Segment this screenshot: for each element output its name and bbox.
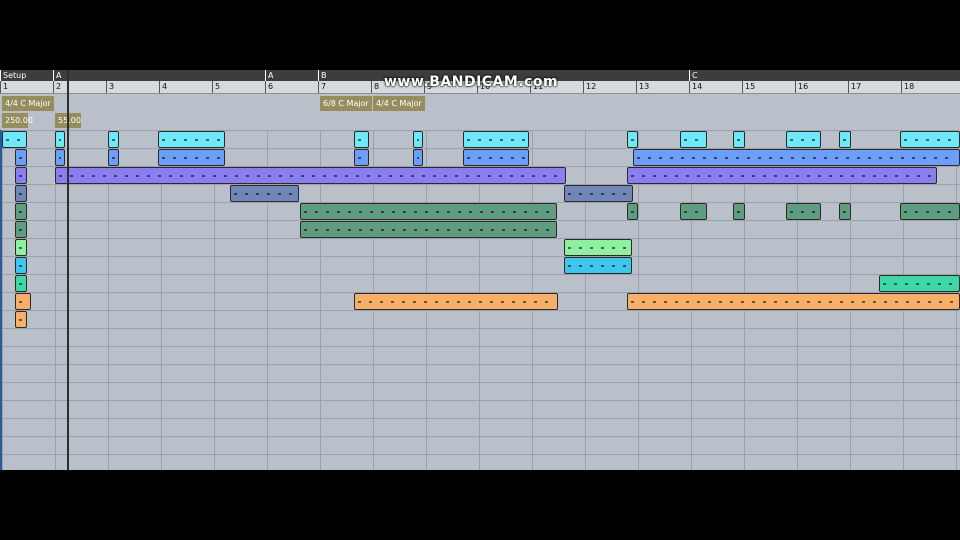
- bar-number: 13: [636, 81, 649, 93]
- pattern-clip[interactable]: [632, 149, 960, 166]
- bar-number: 2: [53, 81, 61, 93]
- pattern-clip[interactable]: [412, 149, 424, 166]
- pattern-clip[interactable]: [786, 203, 821, 220]
- pattern-clip[interactable]: [15, 185, 28, 202]
- bar-gridline: [585, 130, 586, 470]
- pattern-clip[interactable]: [627, 131, 638, 148]
- bar-number: 6: [265, 81, 273, 93]
- pattern-clip[interactable]: [15, 257, 28, 274]
- pattern-clip[interactable]: [299, 203, 557, 220]
- track-gridline: [0, 274, 960, 275]
- conductor-track: 4/4 C Major 6/8 C Major 4/4 C Major 250.00…: [0, 94, 960, 130]
- pattern-clip[interactable]: [563, 239, 632, 256]
- pattern-clip[interactable]: [627, 167, 938, 184]
- pattern-clip[interactable]: [108, 131, 119, 148]
- pattern-clip[interactable]: [839, 203, 852, 220]
- pattern-clip[interactable]: [15, 203, 28, 220]
- pattern-clip[interactable]: [15, 167, 28, 184]
- recorder-watermark: www.BANDICAM.com: [384, 74, 559, 90]
- arrangement-grid[interactable]: [0, 130, 960, 470]
- pattern-clip[interactable]: [15, 221, 28, 238]
- pattern-clip[interactable]: [15, 311, 28, 328]
- pattern-clip[interactable]: [158, 131, 225, 148]
- pattern-clip[interactable]: [563, 257, 632, 274]
- pattern-clip[interactable]: [108, 149, 119, 166]
- playhead-cursor[interactable]: [66, 70, 69, 470]
- track-gridline: [0, 238, 960, 239]
- pattern-clip[interactable]: [55, 167, 567, 184]
- pattern-clip[interactable]: [839, 131, 852, 148]
- track-gridline: [0, 382, 960, 383]
- pattern-clip[interactable]: [299, 221, 557, 238]
- track-gridline: [0, 454, 960, 455]
- track-gridline: [0, 310, 960, 311]
- time-signature-marker[interactable]: 4/4 C Major: [2, 96, 54, 111]
- track-gridline: [0, 436, 960, 437]
- pattern-clip[interactable]: [15, 293, 32, 310]
- section-marker-a[interactable]: A: [53, 70, 61, 81]
- pattern-clip[interactable]: [55, 149, 65, 166]
- pattern-clip[interactable]: [15, 275, 28, 292]
- track-gridline: [0, 400, 960, 401]
- bar-number: 1: [0, 81, 8, 93]
- track-gridline: [0, 328, 960, 329]
- pattern-clip[interactable]: [354, 131, 369, 148]
- pattern-clip[interactable]: [900, 203, 960, 220]
- pattern-clip[interactable]: [627, 293, 960, 310]
- bar-gridline: [2, 130, 3, 470]
- time-signature-marker[interactable]: 6/8 C Major: [320, 96, 372, 111]
- pattern-clip[interactable]: [680, 203, 707, 220]
- bar-number: 14: [689, 81, 702, 93]
- pattern-clip[interactable]: [158, 149, 225, 166]
- bar-number: 12: [583, 81, 596, 93]
- pattern-clip[interactable]: [733, 131, 746, 148]
- section-marker-b[interactable]: B: [318, 70, 327, 81]
- pattern-clip[interactable]: [900, 131, 960, 148]
- pattern-clip[interactable]: [354, 149, 369, 166]
- track-gridline: [0, 256, 960, 257]
- pattern-clip[interactable]: [733, 203, 746, 220]
- track-header-edge: [0, 130, 2, 470]
- pattern-clip[interactable]: [2, 131, 28, 148]
- pattern-clip[interactable]: [879, 275, 960, 292]
- pattern-clip[interactable]: [463, 131, 530, 148]
- pattern-clip[interactable]: [786, 131, 821, 148]
- bar-number: 5: [212, 81, 220, 93]
- pattern-clip[interactable]: [412, 131, 424, 148]
- pattern-clip[interactable]: [463, 149, 530, 166]
- pattern-clip[interactable]: [15, 239, 28, 256]
- track-gridline: [0, 184, 960, 185]
- section-marker-c[interactable]: C: [689, 70, 698, 81]
- bar-number: 8: [371, 81, 379, 93]
- bar-number: 3: [106, 81, 114, 93]
- bar-number: 17: [848, 81, 861, 93]
- track-gridline: [0, 364, 960, 365]
- pattern-clip[interactable]: [229, 185, 299, 202]
- pattern-clip[interactable]: [15, 149, 28, 166]
- pattern-clip[interactable]: [354, 293, 559, 310]
- time-signature-marker[interactable]: 4/4 C Major: [373, 96, 425, 111]
- section-marker-setup[interactable]: Setup: [0, 70, 26, 81]
- pattern-clip[interactable]: [55, 131, 65, 148]
- song-editor-window: Setup A A B C 1 2 3 4 5 6 7 8 9 10 11 12 13 14 15 16 17 18 4/…: [0, 70, 960, 470]
- bar-number: 18: [901, 81, 914, 93]
- pattern-clip[interactable]: [627, 203, 638, 220]
- bar-number: 7: [318, 81, 326, 93]
- track-gridline: [0, 346, 960, 347]
- pattern-clip[interactable]: [563, 185, 633, 202]
- track-gridline: [0, 418, 960, 419]
- bar-number: 4: [159, 81, 167, 93]
- bar-number: 15: [742, 81, 755, 93]
- bar-number: 16: [795, 81, 808, 93]
- section-marker-a[interactable]: A: [265, 70, 273, 81]
- pattern-clip[interactable]: [680, 131, 707, 148]
- tempo-marker[interactable]: 250.00: [2, 113, 33, 128]
